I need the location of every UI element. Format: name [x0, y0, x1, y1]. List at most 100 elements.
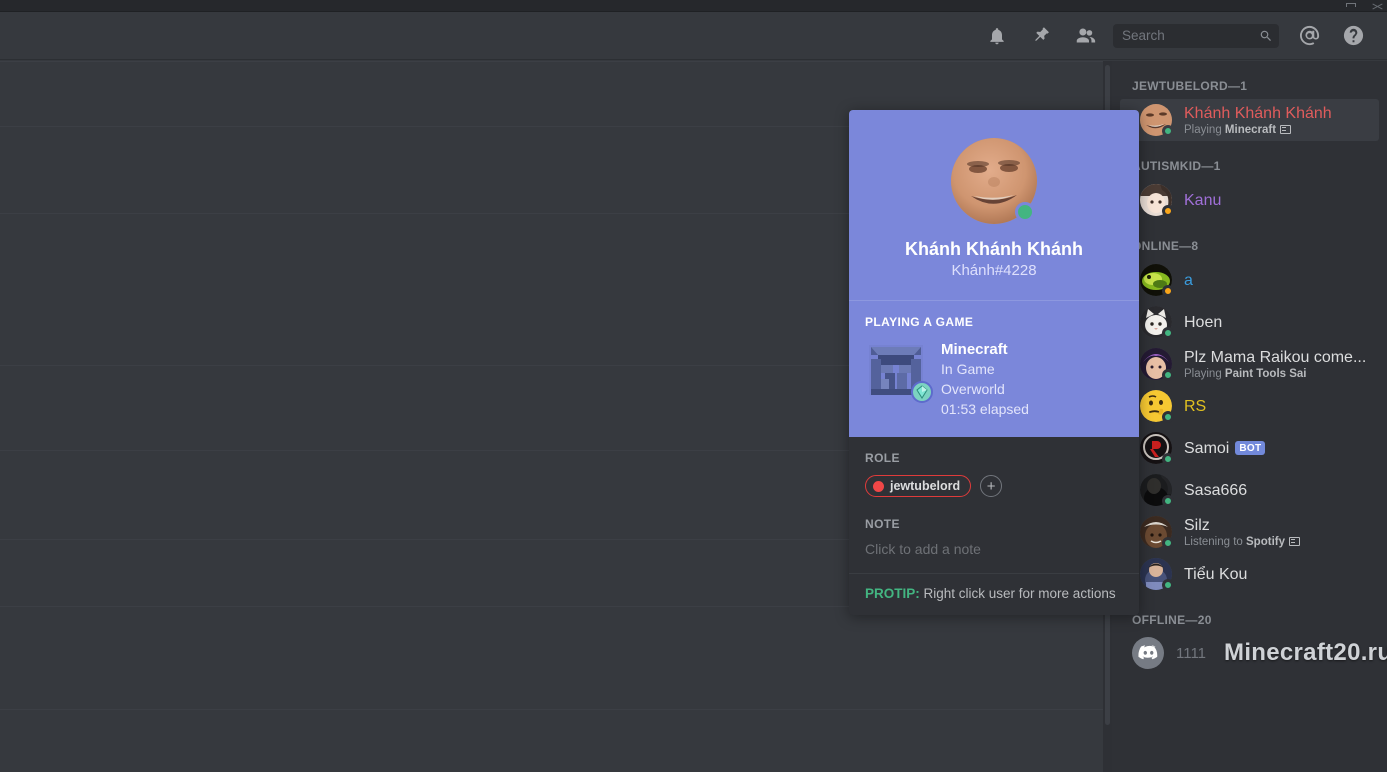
member-name: Samoi BOT: [1184, 439, 1371, 458]
status-indicator-idle: [1162, 285, 1174, 297]
status-indicator-online: [1162, 537, 1174, 549]
avatar-wrap: [1140, 432, 1174, 465]
status-indicator-online: [1162, 453, 1174, 465]
channel-toolbar: Search: [0, 12, 1387, 60]
status-indicator-online: [1162, 579, 1174, 591]
protip-label: PROTIP:: [865, 586, 920, 601]
status-indicator-online: [1162, 369, 1174, 381]
avatar-wrap: [1140, 184, 1174, 217]
pinned-messages-icon[interactable]: [1028, 23, 1054, 49]
activity-elapsed: 01:53 elapsed: [941, 401, 1029, 417]
member-text: Silz Listening to Spotify: [1184, 516, 1371, 549]
status-indicator-online: [1162, 125, 1174, 137]
member-text: RS: [1184, 397, 1371, 416]
user-card-discriminator: Khánh#4228: [951, 262, 1037, 279]
avatar-wrap: [1140, 474, 1174, 507]
avatar-wrap: [1140, 348, 1174, 381]
member-activity-name: Paint Tools Sai: [1224, 367, 1307, 380]
member-activity-name: Minecraft: [1224, 123, 1277, 136]
status-indicator-online: [1015, 202, 1035, 222]
search-input[interactable]: Search: [1113, 23, 1279, 48]
rich-presence-icon: [1280, 124, 1292, 134]
avatar-wrap: [1140, 558, 1174, 591]
offline-member-row[interactable]: 1111 Minecraft20.ru: [1112, 633, 1387, 673]
member-text: a: [1184, 271, 1371, 290]
roles-list: jewtubelord +: [865, 475, 1123, 497]
member-name: RS: [1184, 397, 1207, 415]
discord-logo-icon: [1132, 637, 1164, 669]
game-icon-wrap: [865, 339, 933, 403]
member-group-header: ONLINE—8: [1132, 239, 1199, 253]
member-list-item[interactable]: Kanu: [1120, 179, 1379, 221]
status-indicator-online: [1162, 495, 1174, 507]
member-name: Sasa666: [1184, 481, 1248, 499]
member-activity: Playing Minecraft: [1184, 123, 1371, 137]
user-card-header: Khánh Khánh Khánh Khánh#4228: [849, 110, 1139, 300]
member-name: Hoen: [1184, 313, 1223, 331]
message-divider: [0, 61, 1104, 62]
discord-window: Search JEWTUBELORD—1 Khánh Khánh Khánh Pla…: [0, 0, 1387, 772]
member-activity: Listening to Spotify: [1184, 535, 1371, 549]
member-list-item[interactable]: Tiểu Kou: [1120, 553, 1379, 595]
member-list-icon[interactable]: [1072, 23, 1098, 49]
minecraft-diamond-icon: [911, 381, 933, 403]
note-header: NOTE: [865, 517, 900, 531]
member-text: Plz Mama Raikou come... Playing Paint Too…: [1184, 348, 1371, 381]
member-name: Khánh Khánh Khánh: [1184, 104, 1332, 122]
message-divider: [0, 709, 1104, 710]
member-name: Kanu: [1184, 191, 1222, 209]
watermark: Minecraft20.ru: [1224, 639, 1387, 666]
activity-state: In Game: [941, 361, 995, 377]
member-name: Tiểu Kou: [1184, 565, 1248, 583]
close-icon[interactable]: [1371, 2, 1383, 11]
member-group-header: JEWTUBELORD—1: [1132, 79, 1248, 93]
member-group-header: AUTISMKID—1: [1132, 159, 1221, 173]
notifications-bell-icon[interactable]: [984, 23, 1010, 49]
role-name: jewtubelord: [890, 479, 961, 493]
activity-header: PLAYING A GAME: [865, 315, 974, 329]
member-list-item[interactable]: Hoen: [1120, 301, 1379, 343]
user-avatar-wrap: [951, 138, 1037, 224]
member-text: Hoen: [1184, 313, 1371, 332]
window-controls: [1345, 0, 1383, 12]
avatar-wrap: [1140, 306, 1174, 339]
user-card-roles-section: ROLE jewtubelord +: [849, 437, 1139, 497]
user-card-note-section: NOTE Click to add a note: [849, 497, 1139, 573]
activity-game-name: Minecraft: [941, 341, 1008, 358]
member-text: Tiểu Kou: [1184, 565, 1371, 584]
member-activity: Playing Paint Tools Sai: [1184, 367, 1307, 380]
member-list: JEWTUBELORD—1 Khánh Khánh Khánh Playing Mi…: [1112, 61, 1387, 772]
status-indicator-online: [1162, 327, 1174, 339]
member-name: a: [1184, 271, 1193, 289]
activity-details: Overworld: [941, 381, 1005, 397]
member-list-item[interactable]: Samoi BOT: [1120, 427, 1379, 469]
member-list-item[interactable]: Plz Mama Raikou come... Playing Paint Too…: [1120, 343, 1379, 385]
avatar-wrap: [1140, 104, 1174, 137]
maximize-icon[interactable]: [1345, 2, 1357, 11]
protip-text: Right click user for more actions: [919, 586, 1116, 601]
role-chip[interactable]: jewtubelord: [865, 475, 972, 497]
roles-header: ROLE: [865, 451, 900, 465]
member-text: Sasa666: [1184, 481, 1371, 500]
member-group-header: OFFLINE—20: [1132, 613, 1212, 627]
bot-badge: BOT: [1235, 440, 1266, 455]
add-role-button[interactable]: +: [980, 475, 1003, 497]
member-list-item[interactable]: a: [1120, 259, 1379, 301]
mentions-icon[interactable]: [1296, 23, 1322, 49]
user-card-activity: PLAYING A GAME Minecraft In Game Overwor…: [849, 300, 1139, 437]
member-name: 1111: [1176, 644, 1207, 662]
user-card-username: Khánh Khánh Khánh: [905, 239, 1083, 259]
member-text: Khánh Khánh Khánh Playing Minecraft: [1184, 104, 1371, 137]
rich-presence-icon: [1289, 536, 1300, 546]
member-name: Plz Mama Raikou come...: [1184, 348, 1367, 366]
status-indicator-online: [1162, 411, 1174, 423]
search-icon: [1259, 29, 1273, 43]
member-list-item[interactable]: Khánh Khánh Khánh Playing Minecraft: [1120, 99, 1379, 141]
member-list-item[interactable]: Sasa666: [1120, 469, 1379, 511]
member-list-item[interactable]: Silz Listening to Spotify: [1120, 511, 1379, 553]
status-indicator-idle: [1162, 205, 1174, 217]
help-icon[interactable]: [1340, 23, 1366, 49]
user-profile-popout: Khánh Khánh Khánh Khánh#4228 PLAYING A G…: [849, 110, 1139, 615]
note-input[interactable]: Click to add a note: [865, 541, 1123, 573]
member-list-item[interactable]: RS: [1120, 385, 1379, 427]
